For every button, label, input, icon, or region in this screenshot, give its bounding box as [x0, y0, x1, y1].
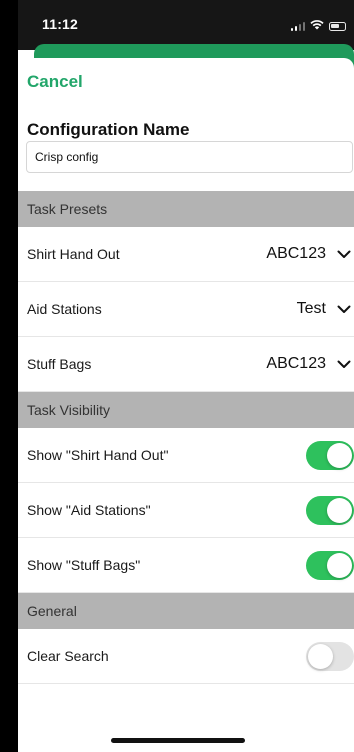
phone-screen: 11:12 Cancel Configuration Name Task Pre… — [0, 0, 354, 752]
preset-value[interactable]: ABC123 — [266, 245, 326, 263]
configuration-name-input[interactable] — [26, 141, 353, 173]
chevron-down-icon[interactable] — [336, 301, 352, 317]
section-header-task-visibility: Task Visibility — [18, 392, 354, 428]
preset-row-shirt-hand-out[interactable]: Shirt Hand Out ABC123 — [18, 227, 354, 282]
status-time: 11:12 — [42, 16, 79, 32]
preset-value[interactable]: Test — [297, 300, 326, 318]
chevron-down-icon[interactable] — [336, 356, 352, 372]
wifi-icon — [310, 17, 324, 35]
visibility-toggle[interactable] — [306, 440, 354, 470]
section-header-general: General — [18, 593, 354, 629]
battery-icon — [329, 21, 346, 31]
preset-label: Stuff Bags — [27, 356, 92, 372]
toggle-knob — [308, 643, 333, 669]
visibility-label: Show "Shirt Hand Out" — [27, 447, 169, 463]
clear-search-toggle[interactable] — [306, 641, 354, 671]
status-icons — [290, 17, 346, 35]
clear-search-label: Clear Search — [27, 648, 109, 664]
section-header-task-presets: Task Presets — [18, 191, 354, 227]
preset-row-aid-stations[interactable]: Aid Stations Test — [18, 282, 354, 337]
preset-label: Aid Stations — [27, 301, 102, 317]
visibility-toggle[interactable] — [306, 550, 354, 580]
general-row-clear-search: Clear Search — [18, 629, 354, 684]
cellular-signal-icon — [290, 21, 305, 31]
preset-value[interactable]: ABC123 — [266, 355, 326, 373]
visibility-row-stuff-bags: Show "Stuff Bags" — [18, 538, 354, 593]
visibility-label: Show "Aid Stations" — [27, 502, 151, 518]
visibility-row-aid-stations: Show "Aid Stations" — [18, 483, 354, 538]
toggle-knob — [327, 552, 352, 578]
toggle-knob — [327, 442, 352, 468]
home-indicator[interactable] — [111, 738, 245, 743]
preset-row-stuff-bags[interactable]: Stuff Bags ABC123 — [18, 337, 354, 392]
visibility-toggle[interactable] — [306, 495, 354, 525]
visibility-label: Show "Stuff Bags" — [27, 557, 141, 573]
configuration-name-label: Configuration Name — [27, 120, 190, 139]
device-bezel — [0, 0, 18, 752]
cancel-button[interactable]: Cancel — [27, 72, 83, 92]
preset-label: Shirt Hand Out — [27, 246, 120, 262]
status-bar: 11:12 — [18, 0, 354, 50]
chevron-down-icon[interactable] — [336, 246, 352, 262]
visibility-row-shirt-hand-out: Show "Shirt Hand Out" — [18, 428, 354, 483]
configuration-sheet: Cancel Configuration Name Task Presets S… — [18, 58, 354, 752]
toggle-knob — [327, 497, 352, 523]
